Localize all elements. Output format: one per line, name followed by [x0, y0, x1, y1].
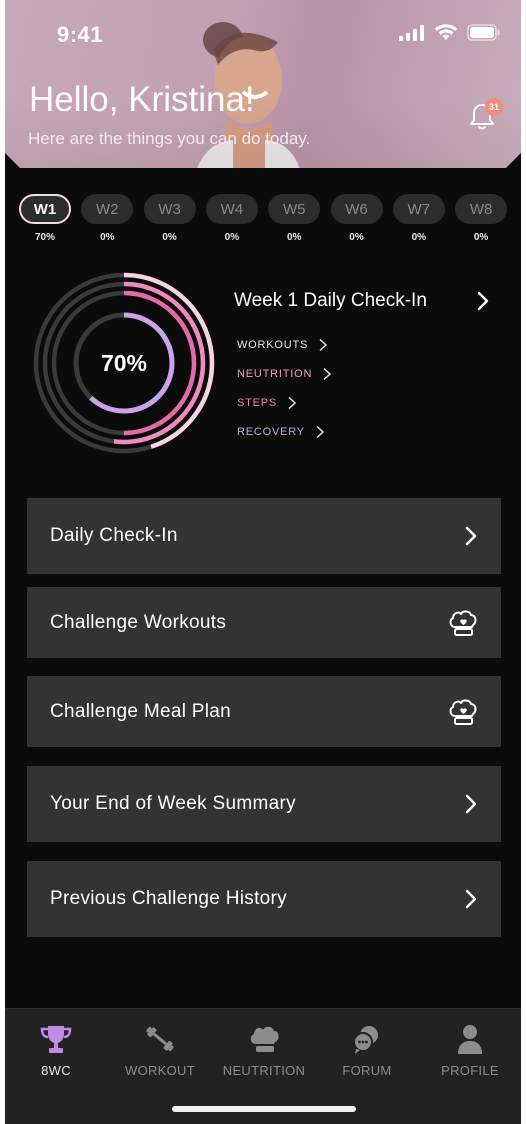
nav-item-label: PROFILE [441, 1063, 499, 1078]
status-icons [399, 24, 501, 41]
nav-item-forum[interactable]: FORUM [322, 1023, 412, 1078]
status-time: 9:41 [57, 22, 104, 47]
menu-item-label: Daily Check-In [50, 525, 178, 546]
week-tab-w4[interactable]: W4 0% [205, 194, 258, 243]
week-percent: 0% [100, 232, 115, 243]
category-label: WORKOUTS [237, 338, 309, 351]
chevron-right-icon [465, 526, 477, 546]
chevron-right-icon [465, 889, 477, 909]
cellular-signal-icon [399, 24, 424, 41]
chef-hat-icon [250, 1026, 279, 1052]
category-workouts[interactable]: WORKOUTS [237, 330, 332, 359]
menu-item-daily-check-in[interactable]: Daily Check-In [27, 498, 501, 574]
notifications-button[interactable]: 31 [465, 98, 503, 134]
dumbbell-icon [146, 1026, 174, 1052]
week-tab-w7[interactable]: W7 0% [392, 194, 445, 243]
week-tab-w3[interactable]: W3 0% [143, 194, 196, 243]
menu-item-label: Your End of Week Summary [50, 793, 296, 814]
greeting-subtitle: Here are the things you can do today. [28, 129, 311, 148]
week-pill-label: W3 [143, 194, 196, 224]
week-percent: 70% [34, 232, 55, 243]
progress-rings: 70% [29, 268, 219, 458]
nav-item-label: WORKOUT [125, 1063, 195, 1078]
week-tab-w6[interactable]: W6 0% [330, 194, 383, 243]
week-percent: 0% [286, 232, 302, 243]
category-label: RECOVERY [237, 425, 305, 438]
week-percent: 0% [349, 232, 364, 243]
menu-item-your-end-of-week-summary[interactable]: Your End of Week Summary [27, 766, 501, 842]
menu-item-previous-challenge-history[interactable]: Previous Challenge History [27, 861, 501, 937]
category-steps[interactable]: STEPS [237, 388, 332, 417]
week-pill-label: W1 [19, 194, 71, 224]
chat-bubbles-icon [353, 1026, 378, 1054]
category-neutrition[interactable]: NEUTRITION [237, 359, 332, 388]
chef-hat-heart-icon [449, 699, 477, 725]
category-label: STEPS [237, 396, 278, 409]
home-indicator [172, 1106, 356, 1112]
notification-badge: 31 [485, 98, 503, 116]
category-recovery[interactable]: RECOVERY [237, 417, 332, 446]
person-icon [458, 1025, 482, 1054]
chevron-right-icon [465, 794, 477, 814]
nav-item-label: NEUTRITION [222, 1063, 306, 1078]
week-tab-w5[interactable]: W5 0% [268, 194, 321, 243]
week-pill-label: W7 [392, 194, 445, 224]
weekly-checkin-title[interactable]: Week 1 Daily Check-In [234, 290, 427, 312]
chevron-right-icon [319, 338, 328, 351]
week-pill-label: W8 [455, 194, 508, 224]
app-screen: 9:41 Hello, Kristina! Here are the thing… [5, 0, 521, 1124]
week-pill-label: W4 [205, 194, 258, 224]
battery-icon [467, 24, 500, 41]
nav-item-neutrition[interactable]: NEUTRITION [219, 1023, 309, 1078]
chevron-right-icon [316, 425, 325, 438]
week-percent: 0% [224, 232, 240, 243]
chevron-right-icon[interactable] [475, 290, 491, 312]
week-pill-label: W2 [81, 194, 134, 224]
week-selector: W1 70% W2 0% W3 0% W4 0% W5 0% W6 0% W7 0% W8 0% [19, 194, 509, 248]
week-percent: 0% [473, 232, 489, 243]
checkin-categories: WORKOUTS NEUTRITION STEPS RECOVERY [237, 330, 332, 446]
hero-header: 9:41 Hello, Kristina! Here are the thing… [5, 0, 521, 168]
nav-item-8wc[interactable]: 8WC [11, 1023, 101, 1078]
wifi-icon [434, 24, 458, 40]
menu-item-challenge-meal-plan[interactable]: Challenge Meal Plan [27, 676, 501, 747]
nav-item-profile[interactable]: PROFILE [425, 1023, 515, 1078]
week-percent: 0% [411, 232, 427, 243]
trophy-icon [40, 1026, 72, 1053]
category-label: NEUTRITION [237, 367, 313, 380]
menu-item-label: Challenge Meal Plan [50, 700, 232, 722]
nav-item-label: FORUM [342, 1063, 392, 1078]
week-pill-label: W6 [330, 194, 383, 224]
week-tab-w2[interactable]: W2 0% [81, 194, 134, 243]
greeting-title: Hello, Kristina! [29, 80, 255, 119]
nav-item-label: 8WC [41, 1063, 71, 1078]
overall-progress-label: 70% [100, 349, 148, 376]
menu-item-label: Challenge Workouts [50, 611, 227, 633]
week-percent: 0% [162, 232, 177, 243]
week-tab-w1[interactable]: W1 70% [19, 194, 71, 243]
menu-item-challenge-workouts[interactable]: Challenge Workouts [27, 587, 501, 658]
chef-hat-heart-icon [449, 610, 477, 636]
chevron-right-icon [288, 396, 297, 409]
week-tab-w8[interactable]: W8 0% [455, 194, 508, 243]
nav-item-workout[interactable]: WORKOUT [115, 1023, 205, 1078]
menu-item-label: Previous Challenge History [50, 888, 287, 909]
chevron-right-icon [323, 367, 332, 380]
week-pill-label: W5 [268, 194, 321, 224]
